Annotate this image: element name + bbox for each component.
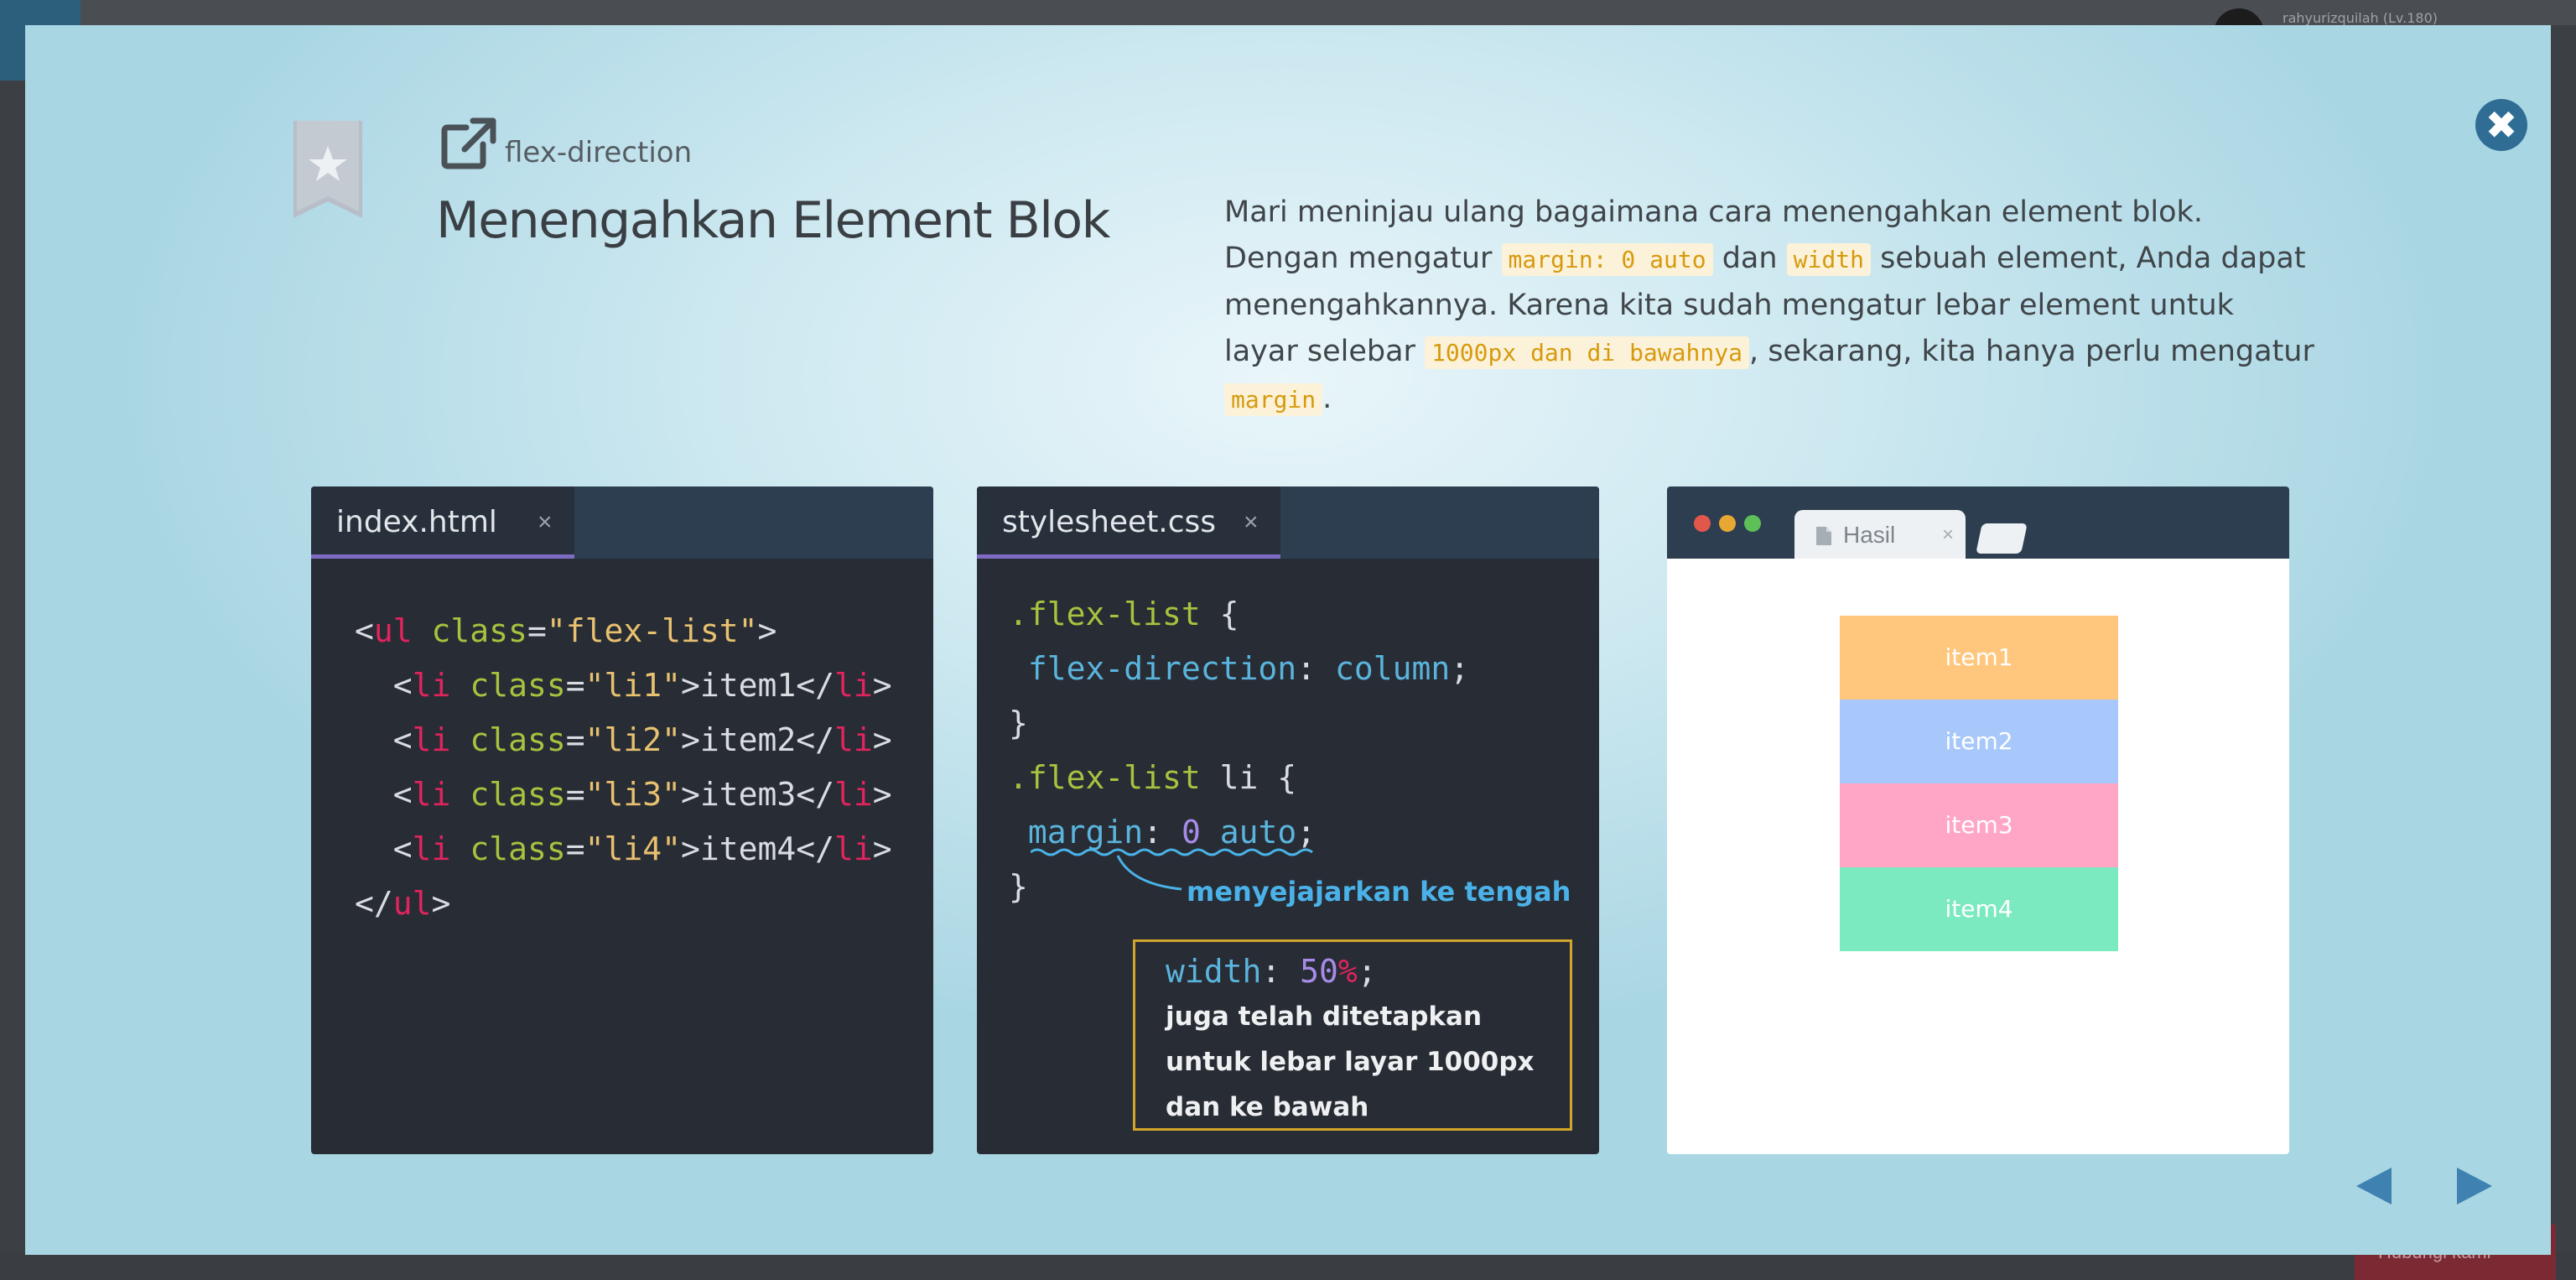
tab-hasil[interactable]: Hasil × xyxy=(1794,510,1966,559)
lesson-title: Menengahkan Element Blok xyxy=(436,191,1110,250)
description-text: . xyxy=(1322,382,1332,415)
inline-code: margin xyxy=(1224,383,1323,416)
annotation-label: menyejajarkan ke tengah xyxy=(1187,876,1571,908)
code-line: <li class="li2">item2</li> xyxy=(392,721,892,758)
code-line: .flex-list li { xyxy=(1009,759,1297,796)
html-code: <ul class="flex-list"> <li class="li1">i… xyxy=(355,604,892,931)
browser-tab-close-icon[interactable]: × xyxy=(1942,510,1954,560)
window-maximize-dot xyxy=(1744,515,1761,532)
inline-code: margin: 0 auto xyxy=(1501,243,1713,276)
tab-stylesheet-css[interactable]: stylesheet.css × xyxy=(977,487,1280,559)
inline-code: width xyxy=(1786,243,1871,276)
tab-close-icon[interactable]: × xyxy=(538,487,553,559)
flex-list-item: item2 xyxy=(1840,700,2118,783)
description-text: dan xyxy=(1712,242,1787,275)
note-box: width: 50%; juga telah ditetapkan untuk … xyxy=(1133,939,1572,1131)
inline-code: 1000px dan di bawahnya xyxy=(1425,336,1749,369)
description-text: , sekarang, kita hanya perlu mengatur xyxy=(1748,335,2314,368)
code-line: <ul class="flex-list"> xyxy=(355,612,777,649)
external-link-icon[interactable] xyxy=(439,116,498,169)
code-line: </ul> xyxy=(355,885,451,922)
window-minimize-dot xyxy=(1719,515,1736,532)
result-browser: Hasil × item1 item2 item3 item4 xyxy=(1667,487,2289,1154)
background-bottombar xyxy=(0,1253,2576,1280)
code-line: .flex-list { xyxy=(1009,596,1239,632)
code-line: } xyxy=(1009,705,1028,741)
lesson-description: Mari meninjau ulang bagaimana cara menen… xyxy=(1224,190,2314,423)
code-line: <li class="li4">item4</li> xyxy=(392,830,892,867)
html-code-panel: index.html × <ul class="flex-list"> <li … xyxy=(311,487,933,1154)
lesson-modal: ✖ flex-direction Menengahkan Element Blo… xyxy=(25,25,2551,1255)
code-line: <li class="li1">item1</li> xyxy=(392,667,892,704)
flex-list: item1 item2 item3 item4 xyxy=(1840,616,2118,951)
flex-list-item: item4 xyxy=(1840,867,2118,951)
flex-list-item: item3 xyxy=(1840,783,2118,867)
close-icon[interactable]: ✖ xyxy=(2475,99,2527,151)
code-line: } xyxy=(1009,868,1028,905)
code-line: <li class="li3">item3</li> xyxy=(392,776,892,813)
css-code-panel: stylesheet.css × .flex-list { flex-direc… xyxy=(977,487,1599,1154)
background-username: rahyurizquilah (Lv.180) xyxy=(2283,10,2438,26)
new-tab-button[interactable] xyxy=(1976,523,2028,554)
background-topbar xyxy=(0,0,2576,25)
previous-arrow-icon[interactable] xyxy=(2355,1166,2393,1206)
code-line: margin: 0 auto; xyxy=(1027,814,1317,851)
lesson-topic: flex-direction xyxy=(505,136,693,169)
flex-list-item: item1 xyxy=(1840,616,2118,700)
tab-label: stylesheet.css xyxy=(1002,505,1217,539)
code-line: flex-direction: column; xyxy=(1027,650,1470,687)
document-icon xyxy=(1816,527,1831,545)
tab-close-icon[interactable]: × xyxy=(1244,487,1259,559)
browser-bar: Hasil × xyxy=(1667,487,2289,559)
css-tabbar: stylesheet.css × xyxy=(977,487,1599,559)
tab-label: index.html xyxy=(336,505,497,539)
bookmark-icon[interactable] xyxy=(293,121,362,218)
note-text: juga telah ditetapkan untuk lebar layar … xyxy=(1166,1002,1535,1122)
window-close-dot xyxy=(1694,515,1711,532)
browser-tab-label: Hasil xyxy=(1843,522,1896,548)
note-code: width: 50%; xyxy=(1166,953,1377,990)
tab-index-html[interactable]: index.html × xyxy=(311,487,574,559)
next-arrow-icon[interactable] xyxy=(2455,1166,2494,1206)
html-tabbar: index.html × xyxy=(311,487,933,559)
